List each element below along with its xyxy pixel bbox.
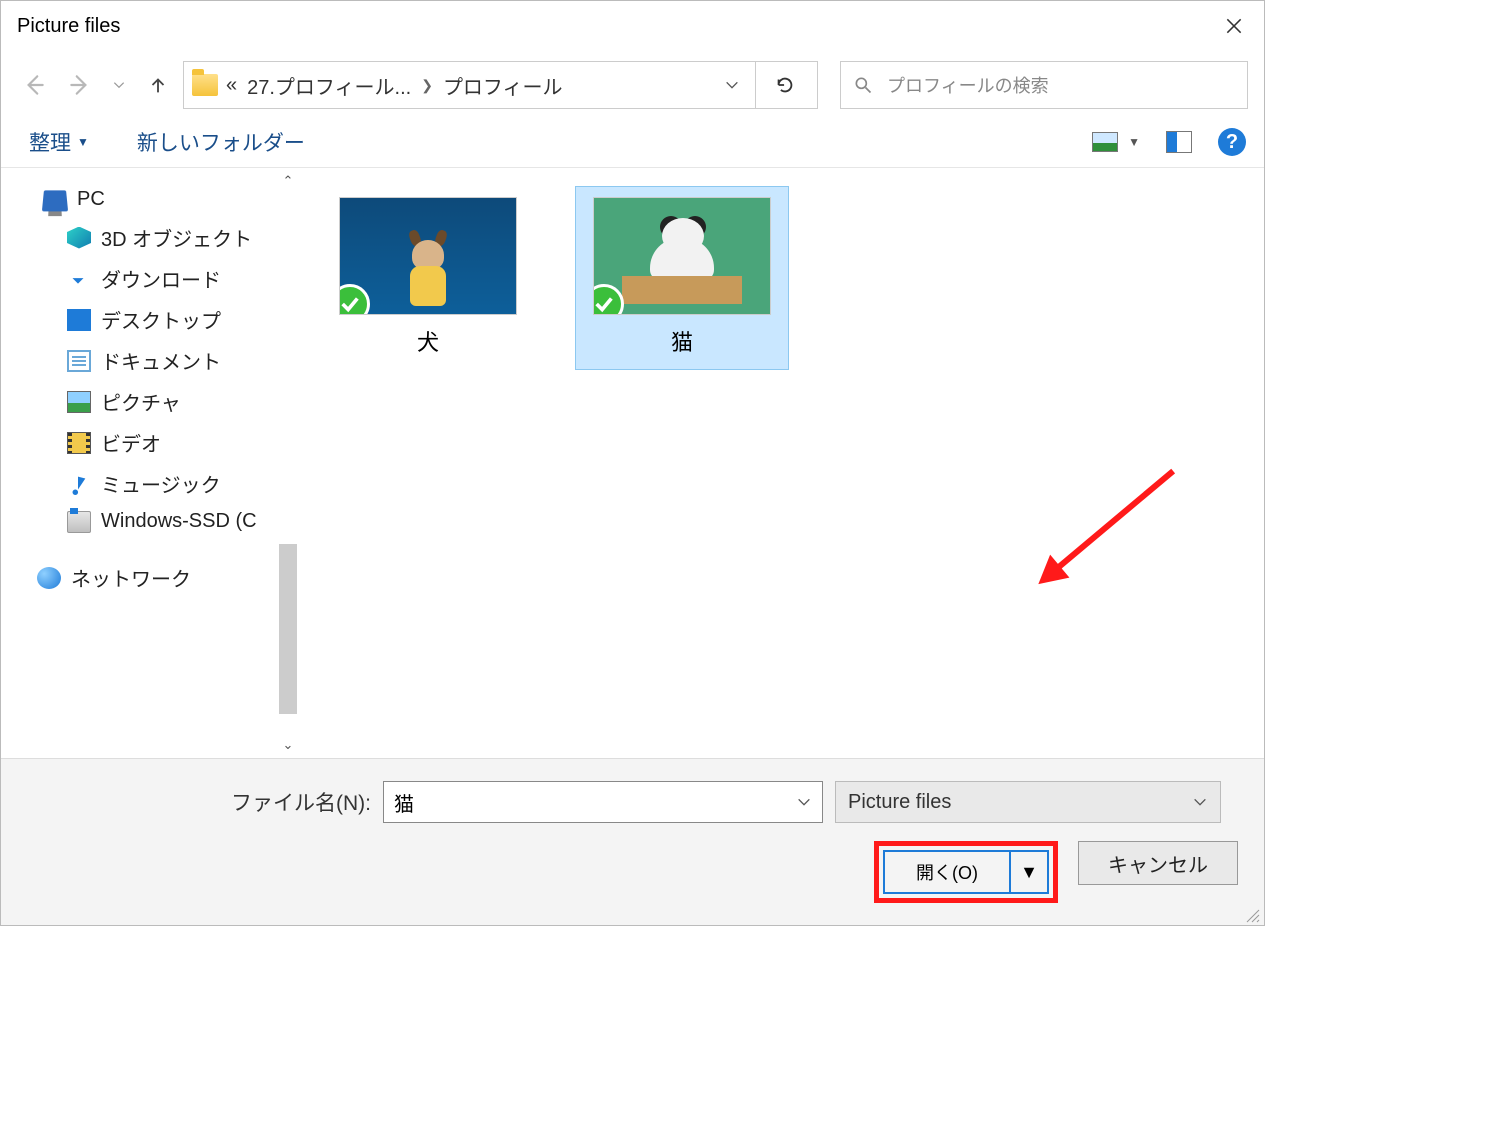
document-icon — [67, 350, 91, 372]
file-thumbnail — [593, 197, 771, 315]
help-button[interactable]: ? — [1218, 128, 1246, 156]
open-button[interactable]: 開く(O) ▼ — [883, 850, 1049, 894]
filename-value: 猫 — [394, 788, 414, 817]
tree-3d-objects[interactable]: 3D オブジェクト — [1, 217, 301, 258]
open-label: 開く(O) — [916, 859, 978, 885]
new-folder-label: 新しいフォルダー — [137, 127, 305, 157]
network-icon — [37, 567, 61, 589]
tree-label: PC — [77, 188, 105, 211]
preview-pane-button[interactable] — [1166, 131, 1192, 153]
breadcrumb: « 27.プロフィール... ❯ プロフィール — [226, 71, 701, 100]
chevron-down-icon — [1192, 794, 1208, 810]
sync-check-icon — [593, 284, 624, 315]
video-icon — [67, 432, 91, 454]
tree-videos[interactable]: ビデオ — [1, 422, 301, 463]
breadcrumb-parent[interactable]: 27.プロフィール... — [247, 71, 411, 100]
address-dropdown[interactable] — [709, 62, 755, 108]
tree-label: ビデオ — [101, 428, 161, 457]
caret-down-icon: ▼ — [77, 135, 89, 149]
titlebar: Picture files — [1, 1, 1264, 51]
file-open-dialog: Picture files « 27.プロフィール... ❯ プロフィール — [0, 0, 1265, 926]
music-icon — [67, 473, 91, 495]
filename-input[interactable]: 猫 — [383, 781, 823, 823]
tree-label: ダウンロード — [101, 264, 221, 293]
resize-grip[interactable] — [1246, 907, 1260, 921]
sync-check-icon — [339, 284, 370, 315]
open-dropdown[interactable]: ▼ — [1011, 852, 1047, 892]
file-name: 犬 — [417, 325, 439, 357]
filetype-select[interactable]: Picture files — [835, 781, 1221, 823]
annotation-arrow — [1041, 469, 1175, 583]
breadcrumb-overflow[interactable]: « — [226, 74, 237, 97]
navigation-row: « 27.プロフィール... ❯ プロフィール プロフィールの検索 — [1, 51, 1264, 119]
tree-pc[interactable]: PC — [1, 182, 301, 217]
folder-icon — [192, 74, 218, 96]
tree-desktop[interactable]: デスクトップ — [1, 299, 301, 340]
tree-label: Windows-SSD (C — [101, 510, 257, 533]
tree-drive-c[interactable]: Windows-SSD (C — [1, 504, 301, 539]
tree-label: ミュージック — [101, 469, 221, 498]
drive-icon — [67, 511, 91, 533]
tree-label: ドキュメント — [101, 346, 221, 375]
annotation-highlight: 開く(O) ▼ — [874, 841, 1058, 903]
pc-icon — [42, 190, 68, 211]
toolbar: 整理 ▼ 新しいフォルダー ▼ ? — [1, 119, 1264, 168]
sidebar: PC 3D オブジェクト ダウンロード デスクトップ ドキュメント ピクチャ ビ… — [1, 168, 301, 758]
file-name: 猫 — [671, 325, 693, 357]
file-thumbnail — [339, 197, 517, 315]
search-icon — [853, 75, 873, 95]
organize-label: 整理 — [29, 127, 71, 157]
breadcrumb-current[interactable]: プロフィール — [443, 71, 563, 100]
tree-documents[interactable]: ドキュメント — [1, 340, 301, 381]
tree-label: ネットワーク — [71, 563, 191, 592]
file-item[interactable]: 犬 — [321, 186, 535, 370]
picture-view-icon — [1092, 132, 1118, 152]
dialog-body: PC 3D オブジェクト ダウンロード デスクトップ ドキュメント ピクチャ ビ… — [1, 168, 1264, 758]
up-button[interactable] — [137, 64, 179, 106]
cancel-button[interactable]: キャンセル — [1078, 841, 1238, 885]
forward-button[interactable] — [59, 64, 101, 106]
scrollbar-thumb[interactable] — [279, 544, 297, 714]
recent-locations-button[interactable] — [105, 64, 133, 106]
tree-network[interactable]: ネットワーク — [1, 557, 301, 598]
tree-music[interactable]: ミュージック — [1, 463, 301, 504]
tree-label: デスクトップ — [101, 305, 221, 334]
back-button[interactable] — [13, 64, 55, 106]
organize-menu[interactable]: 整理 ▼ — [29, 127, 89, 157]
close-button[interactable] — [1204, 1, 1264, 51]
new-folder-button[interactable]: 新しいフォルダー — [137, 127, 305, 157]
file-list[interactable]: 犬 猫 — [301, 168, 1264, 758]
search-placeholder: プロフィールの検索 — [887, 72, 1049, 98]
tree-label: 3D オブジェクト — [101, 223, 252, 252]
picture-icon — [67, 391, 91, 413]
cancel-label: キャンセル — [1108, 849, 1208, 878]
address-bar[interactable]: « 27.プロフィール... ❯ プロフィール — [183, 61, 818, 109]
download-icon — [67, 268, 91, 290]
tree-label: ピクチャ — [101, 387, 181, 416]
chevron-right-icon: ❯ — [421, 77, 433, 94]
view-mode-button[interactable]: ▼ — [1092, 132, 1140, 152]
filetype-value: Picture files — [848, 791, 951, 814]
chevron-down-icon[interactable] — [796, 794, 812, 810]
cube-icon — [67, 227, 91, 249]
dialog-footer: ファイル名(N): 猫 Picture files 開く(O) ▼ キャンセル — [1, 758, 1264, 925]
sidebar-scrollbar[interactable]: ⌃ ⌄ — [275, 168, 301, 758]
dialog-title: Picture files — [17, 15, 120, 38]
tree-downloads[interactable]: ダウンロード — [1, 258, 301, 299]
tree-pictures[interactable]: ピクチャ — [1, 381, 301, 422]
caret-down-icon: ▼ — [1128, 135, 1140, 149]
refresh-button[interactable] — [755, 62, 813, 108]
search-input[interactable]: プロフィールの検索 — [840, 61, 1248, 109]
file-item-selected[interactable]: 猫 — [575, 186, 789, 370]
desktop-icon — [67, 309, 91, 331]
filename-label: ファイル名(N): — [231, 787, 371, 817]
scroll-up-icon[interactable]: ⌃ — [275, 168, 301, 194]
scroll-down-icon[interactable]: ⌄ — [275, 732, 301, 758]
